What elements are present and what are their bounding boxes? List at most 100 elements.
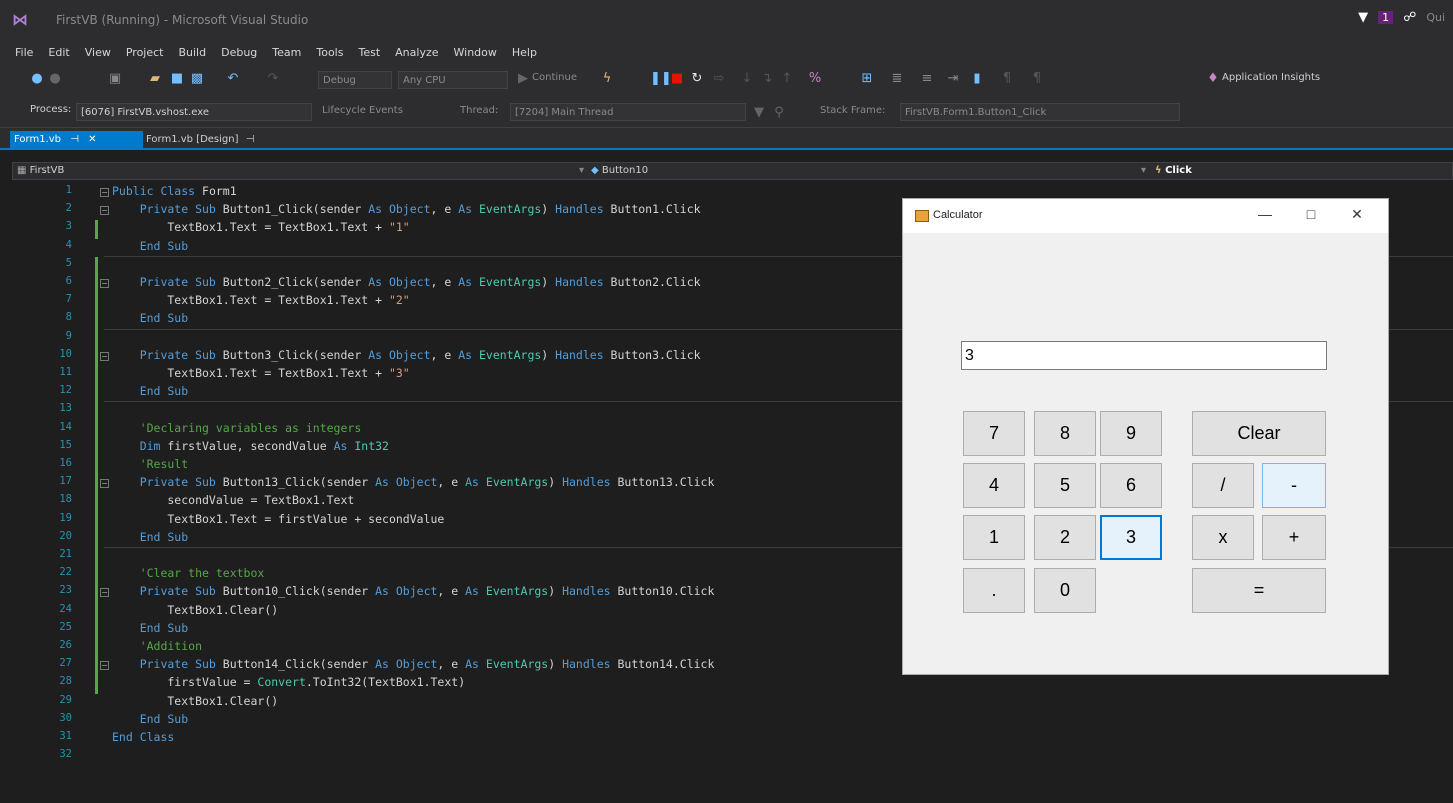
menu-build[interactable]: Build <box>171 44 214 64</box>
new-project-icon[interactable]: ▣ <box>108 72 122 86</box>
step-over-icon[interactable]: ↴ <box>760 72 774 86</box>
continue-button[interactable]: Continue <box>532 72 577 83</box>
button-7[interactable]: 7 <box>963 411 1025 456</box>
button-4[interactable]: 4 <box>963 463 1025 508</box>
code-line[interactable]: Private Sub Button10_Click(sender As Obj… <box>112 584 715 598</box>
code-line[interactable]: TextBox1.Text = TextBox1.Text + "1" <box>112 220 409 234</box>
menu-project[interactable]: Project <box>119 44 172 64</box>
menu-help[interactable]: Help <box>505 44 545 64</box>
decimal-button[interactable]: . <box>963 568 1025 613</box>
code-line[interactable]: TextBox1.Clear() <box>112 603 278 617</box>
code-line[interactable]: 'Result <box>112 457 188 471</box>
minus-button[interactable]: - <box>1262 463 1326 508</box>
feedback-icon[interactable]: ☍ <box>1403 10 1416 25</box>
redo-icon[interactable]: ↷ <box>266 72 280 86</box>
plus-button[interactable]: + <box>1262 515 1326 560</box>
stop-icon[interactable]: ■ <box>670 72 684 86</box>
divide-button[interactable]: / <box>1192 463 1254 508</box>
button-2[interactable]: 2 <box>1034 515 1096 560</box>
project-dropdown[interactable]: ▦ FirstVB <box>17 164 64 178</box>
comment-icon[interactable]: ¶ <box>1000 72 1014 86</box>
event-dropdown[interactable]: ϟ Click <box>1155 164 1192 178</box>
menu-analyze[interactable]: Analyze <box>388 44 446 64</box>
menu-window[interactable]: Window <box>447 44 505 64</box>
platform-dropdown[interactable]: Any CPU <box>398 71 508 89</box>
restart-icon[interactable]: ↻ <box>690 72 704 86</box>
open-icon[interactable]: ▰ <box>148 72 162 86</box>
code-line[interactable]: End Sub <box>112 530 188 544</box>
menu-edit[interactable]: Edit <box>41 44 77 64</box>
button-8[interactable]: 8 <box>1034 411 1096 456</box>
save-all-icon[interactable]: ▩ <box>190 72 204 86</box>
tab-form1-vb[interactable]: Form1.vb ⊣ ✕ <box>10 131 143 148</box>
thread-dropdown[interactable]: [7204] Main Thread <box>510 103 746 121</box>
code-line[interactable]: End Sub <box>112 239 188 253</box>
code-line[interactable]: End Class <box>112 730 174 744</box>
button-0[interactable]: 0 <box>1034 568 1096 613</box>
collapse-icon[interactable]: − <box>100 188 109 197</box>
code-line[interactable]: TextBox1.Text = TextBox1.Text + "3" <box>112 366 409 380</box>
stack-frame-dropdown[interactable]: FirstVB.Form1.Button1_Click <box>900 103 1180 121</box>
equals-button[interactable]: = <box>1192 568 1326 613</box>
close-tab-icon[interactable]: ✕ <box>88 134 96 145</box>
close-icon[interactable]: ✕ <box>1347 206 1367 223</box>
pause-icon[interactable]: ❚❚ <box>650 72 672 86</box>
collapse-icon[interactable]: − <box>100 661 109 671</box>
step-into-icon[interactable]: ↓ <box>740 72 754 86</box>
indent-icon[interactable]: ⇥ <box>946 72 960 86</box>
code-line[interactable]: Private Sub Button1_Click(sender As Obje… <box>112 202 701 216</box>
dropdown-arrow-icon[interactable]: ▾ <box>579 164 584 178</box>
menu-test[interactable]: Test <box>351 44 388 64</box>
code-line[interactable]: secondValue = TextBox1.Text <box>112 493 354 507</box>
code-line[interactable]: 'Addition <box>112 639 202 653</box>
threads-icon[interactable]: ⊞ <box>860 72 874 86</box>
menu-team[interactable]: Team <box>265 44 309 64</box>
collapse-icon[interactable]: − <box>100 588 109 598</box>
tab-form1-design[interactable]: Form1.vb [Design] ⊣ <box>146 131 254 148</box>
code-line[interactable]: TextBox1.Clear() <box>112 694 278 708</box>
code-line[interactable]: Private Sub Button3_Click(sender As Obje… <box>112 348 701 362</box>
code-line[interactable]: End Sub <box>112 384 188 398</box>
button-1[interactable]: 1 <box>963 515 1025 560</box>
menu-view[interactable]: View <box>78 44 119 64</box>
process-dropdown[interactable]: [6076] FirstVB.vshost.exe <box>76 103 312 121</box>
menu-tools[interactable]: Tools <box>309 44 351 64</box>
stack-icon[interactable]: ≣ <box>890 72 904 86</box>
code-line[interactable]: End Sub <box>112 311 188 325</box>
uncomment-icon[interactable]: ¶ <box>1030 72 1044 86</box>
menu-debug[interactable]: Debug <box>214 44 265 64</box>
code-line[interactable]: End Sub <box>112 712 188 726</box>
show-next-statement-icon[interactable]: ⇨ <box>712 72 726 86</box>
hex-display-icon[interactable]: % <box>808 72 822 86</box>
collapse-icon[interactable]: − <box>100 479 109 489</box>
code-line[interactable]: TextBox1.Text = TextBox1.Text + "2" <box>112 293 409 307</box>
code-line[interactable]: Dim firstValue, secondValue As Int32 <box>112 439 389 453</box>
object-dropdown[interactable]: ◆ Button10 <box>591 164 648 178</box>
quick-launch[interactable]: Qui <box>1426 11 1445 24</box>
forward-icon[interactable]: ● <box>48 72 62 86</box>
bookmark-icon[interactable]: ▮ <box>970 72 984 86</box>
notification-badge[interactable]: 1 <box>1378 11 1394 24</box>
pin-icon[interactable]: ⚲ <box>772 106 786 120</box>
filter-icon[interactable]: ▼ <box>1358 10 1368 25</box>
minimize-icon[interactable]: — <box>1255 206 1275 222</box>
dropdown-arrow-icon[interactable]: ▾ <box>1141 164 1146 178</box>
calculator-display-textbox[interactable]: 3 <box>961 341 1327 370</box>
code-line[interactable]: TextBox1.Text = firstValue + secondValue <box>112 512 444 526</box>
save-icon[interactable]: ■ <box>170 72 184 86</box>
multiply-button[interactable]: x <box>1192 515 1254 560</box>
code-line[interactable]: Private Sub Button2_Click(sender As Obje… <box>112 275 701 289</box>
maximize-icon[interactable]: □ <box>1301 206 1321 222</box>
button-6[interactable]: 6 <box>1100 463 1162 508</box>
solution-config-dropdown[interactable]: Debug <box>318 71 392 89</box>
collapse-icon[interactable]: − <box>100 351 109 361</box>
play-icon[interactable]: ▶ <box>516 72 530 86</box>
code-line[interactable]: 'Clear the textbox <box>112 566 265 580</box>
collapse-icon[interactable]: − <box>100 279 109 288</box>
undo-icon[interactable]: ↶ <box>226 72 240 86</box>
flag-thread-icon[interactable]: ▼ <box>752 106 766 120</box>
pin-tab-icon[interactable]: ⊣ <box>246 134 255 145</box>
code-line[interactable]: firstValue = Convert.ToInt32(TextBox1.Te… <box>112 675 465 689</box>
code-line[interactable]: End Sub <box>112 621 188 635</box>
collapse-icon[interactable]: − <box>100 206 109 216</box>
